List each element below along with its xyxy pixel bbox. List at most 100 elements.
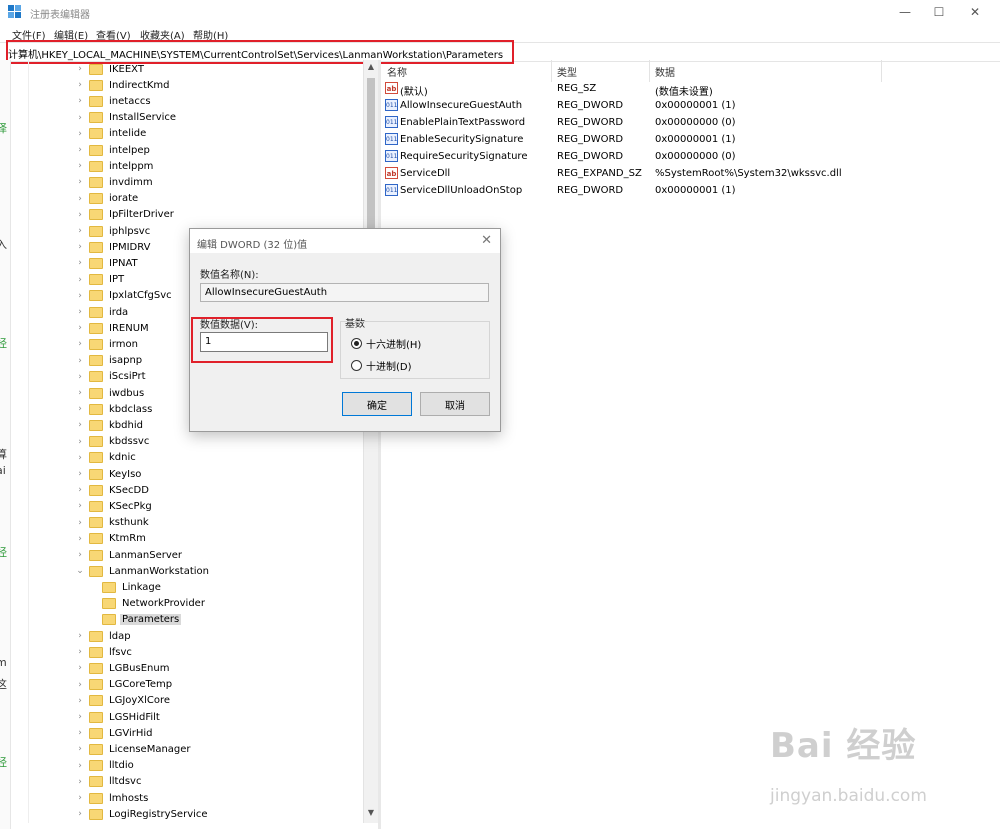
tree-item[interactable]: › lltdio [75,758,136,774]
dialog-close-icon[interactable]: ✕ [481,233,492,248]
tree-item[interactable]: Parameters [88,612,182,628]
chevron-right-icon[interactable]: › [75,242,85,252]
chevron-right-icon[interactable]: › [75,793,85,803]
registry-tree[interactable]: › IKEEXT › IndirectKmd › inetaccs › InstallServ… [28,60,378,823]
tree-item[interactable]: › LGBusEnum [75,660,171,676]
tree-item[interactable]: › iphlpsvc [75,223,152,239]
chevron-right-icon[interactable]: › [75,647,85,657]
chevron-right-icon[interactable]: › [75,777,85,787]
tree-item[interactable]: › LanmanServer [75,547,184,563]
tree-item[interactable]: › kdnic [75,450,138,466]
chevron-right-icon[interactable]: › [75,80,85,90]
chevron-right-icon[interactable]: › [75,258,85,268]
tree-item[interactable]: › iorate [75,191,140,207]
tree-item[interactable]: › LGVirHid [75,725,154,741]
chevron-right-icon[interactable]: › [75,177,85,187]
tree-item[interactable]: › iwdbus [75,385,146,401]
minimize-button[interactable]: — [888,0,922,24]
ok-button[interactable]: 确定 [342,392,412,416]
chevron-right-icon[interactable]: › [75,761,85,771]
tree-item[interactable]: › KSecDD [75,482,151,498]
close-button[interactable]: ✕ [958,0,992,24]
chevron-right-icon[interactable]: › [75,307,85,317]
tree-item[interactable]: › ksthunk [75,515,151,531]
chevron-right-icon[interactable]: › [75,404,85,414]
tree-item[interactable]: › KeyIso [75,466,143,482]
column-divider[interactable] [881,60,882,82]
chevron-down-icon[interactable]: ⌄ [75,566,85,576]
tree-item[interactable]: › IPMIDRV [75,239,153,255]
chevron-right-icon[interactable]: › [75,453,85,463]
tree-item[interactable]: › LGSHidFilt [75,709,162,725]
tree-item[interactable]: › inetaccs [75,93,153,109]
chevron-right-icon[interactable]: › [75,631,85,641]
tree-item[interactable]: › isapnp [75,353,144,369]
chevron-right-icon[interactable]: › [75,485,85,495]
tree-item[interactable]: › LGCoreTemp [75,677,174,693]
tree-item[interactable]: › IRENUM [75,320,151,336]
tree-item[interactable]: › intelide [75,126,148,142]
chevron-right-icon[interactable]: › [75,437,85,447]
list-row[interactable]: ab (默认) REG_SZ (数值未设置) [381,81,1000,98]
column-header-data[interactable]: 数据 [655,64,675,79]
tree-item[interactable]: › LicenseManager [75,741,193,757]
chevron-right-icon[interactable]: › [75,323,85,333]
column-header-type[interactable]: 类型 [557,64,577,79]
column-header-name[interactable]: 名称 [387,64,407,79]
chevron-right-icon[interactable]: › [75,728,85,738]
chevron-right-icon[interactable]: › [75,809,85,819]
maximize-button[interactable]: ☐ [922,0,956,24]
tree-item[interactable]: › invdimm [75,174,155,190]
tree-item[interactable]: › intelpep [75,142,152,158]
chevron-right-icon[interactable]: › [75,501,85,511]
chevron-right-icon[interactable]: › [75,339,85,349]
tree-item[interactable]: NetworkProvider [88,596,207,612]
tree-item[interactable]: › LGJoyXlCore [75,693,172,709]
list-row[interactable]: 011 RequireSecuritySignature REG_DWORD 0x00… [381,149,1000,166]
chevron-right-icon[interactable]: › [75,210,85,220]
chevron-right-icon[interactable]: › [75,113,85,123]
chevron-right-icon[interactable]: › [75,372,85,382]
chevron-right-icon[interactable]: › [75,129,85,139]
tree-item[interactable]: ⌄ LanmanWorkstation [75,563,211,579]
chevron-right-icon[interactable]: › [75,534,85,544]
chevron-right-icon[interactable]: › [75,469,85,479]
tree-scrollbar[interactable]: ▲ ▼ [363,60,378,823]
chevron-right-icon[interactable]: › [75,550,85,560]
chevron-right-icon[interactable]: › [75,712,85,722]
tree-item[interactable]: › IpxlatCfgSvc [75,288,174,304]
list-row[interactable]: 011 AllowInsecureGuestAuth REG_DWORD 0x0000… [381,98,1000,115]
chevron-right-icon[interactable]: › [75,64,85,74]
chevron-right-icon[interactable]: › [75,96,85,106]
chevron-right-icon[interactable]: › [75,275,85,285]
chevron-right-icon[interactable]: › [75,518,85,528]
chevron-right-icon[interactable]: › [75,291,85,301]
chevron-right-icon[interactable]: › [75,420,85,430]
radio-hexadecimal[interactable]: 十六进制(H) [351,336,421,351]
tree-item[interactable]: › irda [75,304,130,320]
list-row[interactable]: 011 EnableSecuritySignature REG_DWORD 0x000… [381,132,1000,149]
tree-item[interactable]: › lmhosts [75,790,150,806]
column-divider[interactable] [649,60,650,82]
chevron-right-icon[interactable]: › [75,680,85,690]
list-row[interactable]: ab ServiceDll REG_EXPAND_SZ %SystemRoot%\Sy… [381,166,1000,183]
list-row[interactable]: 011 ServiceDllUnloadOnStop REG_DWORD 0x0000… [381,183,1000,200]
scroll-down-icon[interactable]: ▼ [364,808,378,817]
tree-item[interactable]: › ldap [75,628,133,644]
chevron-right-icon[interactable]: › [75,194,85,204]
scroll-up-icon[interactable]: ▲ [364,62,378,71]
tree-item[interactable]: › KtmRm [75,531,148,547]
list-row[interactable]: 011 EnablePlainTextPassword REG_DWORD 0x000… [381,115,1000,132]
tree-item[interactable]: › kbdhid [75,417,145,433]
chevron-right-icon[interactable]: › [75,388,85,398]
chevron-right-icon[interactable]: › [75,161,85,171]
tree-item[interactable]: › irmon [75,336,140,352]
chevron-right-icon[interactable]: › [75,663,85,673]
column-divider[interactable] [551,60,552,82]
tree-item[interactable]: › kbdclass [75,401,154,417]
tree-item[interactable]: › intelppm [75,158,155,174]
tree-item[interactable]: › KSecPkg [75,498,154,514]
tree-item[interactable]: › IndirectKmd [75,77,172,93]
chevron-right-icon[interactable]: › [75,356,85,366]
cancel-button[interactable]: 取消 [420,392,490,416]
